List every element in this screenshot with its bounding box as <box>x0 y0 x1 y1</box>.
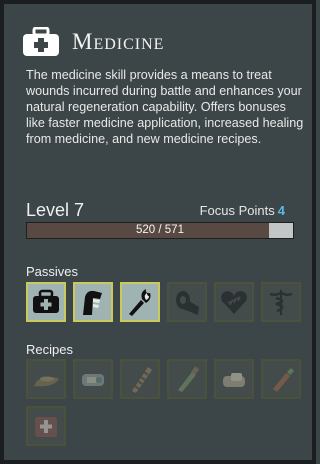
skill-title: Medicine <box>72 29 165 54</box>
passive-slot-torch[interactable] <box>120 282 160 322</box>
passive-slot-caduceus[interactable] <box>261 282 301 322</box>
salve-tin-icon <box>82 374 104 386</box>
vial-icon <box>178 366 200 392</box>
passive-slot-bandage-roll[interactable] <box>167 282 207 322</box>
xp-progress-bar: 520 / 571 <box>26 222 294 239</box>
recipes-row <box>26 359 308 399</box>
passive-slot-bandaged-arm[interactable] <box>73 282 113 322</box>
recipe-slot-splint[interactable] <box>120 359 160 399</box>
recipe-slot-syringe[interactable] <box>261 359 301 399</box>
stitched-heart-icon <box>221 291 247 314</box>
skill-panel: Medicine The medicine skill provides a m… <box>0 0 316 464</box>
passives-label: Passives <box>26 264 79 279</box>
splint-icon <box>132 367 152 393</box>
recipe-slot-salve-tin[interactable] <box>73 359 113 399</box>
recipe-slot-ointment[interactable] <box>214 359 254 399</box>
focus-points-value: 4 <box>277 203 285 218</box>
recipe-slot-medkit[interactable] <box>26 406 66 446</box>
level-label: Level 7 <box>26 200 85 220</box>
skill-header: Medicine <box>22 26 164 58</box>
caduceus-icon <box>269 290 293 315</box>
skill-description: The medicine skill provides a means to t… <box>26 68 304 146</box>
focus-points: Focus Points 4 <box>200 203 285 218</box>
torch-icon <box>129 289 151 316</box>
bandaged-arm-icon <box>83 290 102 315</box>
bandage-roll-icon <box>176 291 199 315</box>
medkit-icon <box>23 27 59 56</box>
recipes-row-2 <box>26 406 73 446</box>
syringe-icon <box>273 368 294 392</box>
focus-points-label: Focus Points <box>199 203 275 218</box>
medkit-recipe-icon <box>35 417 57 437</box>
recipe-slot-vial[interactable] <box>167 359 207 399</box>
xp-progress-text: 520 / 571 <box>136 224 184 236</box>
medkit-icon <box>33 289 59 313</box>
recipes-label: Recipes <box>26 342 73 357</box>
passives-row <box>26 282 308 322</box>
poultice-icon <box>34 376 59 387</box>
ointment-icon <box>223 373 245 387</box>
passive-slot-medkit[interactable] <box>26 282 66 322</box>
passive-slot-stitched-heart[interactable] <box>214 282 254 322</box>
recipe-slot-poultice[interactable] <box>26 359 66 399</box>
